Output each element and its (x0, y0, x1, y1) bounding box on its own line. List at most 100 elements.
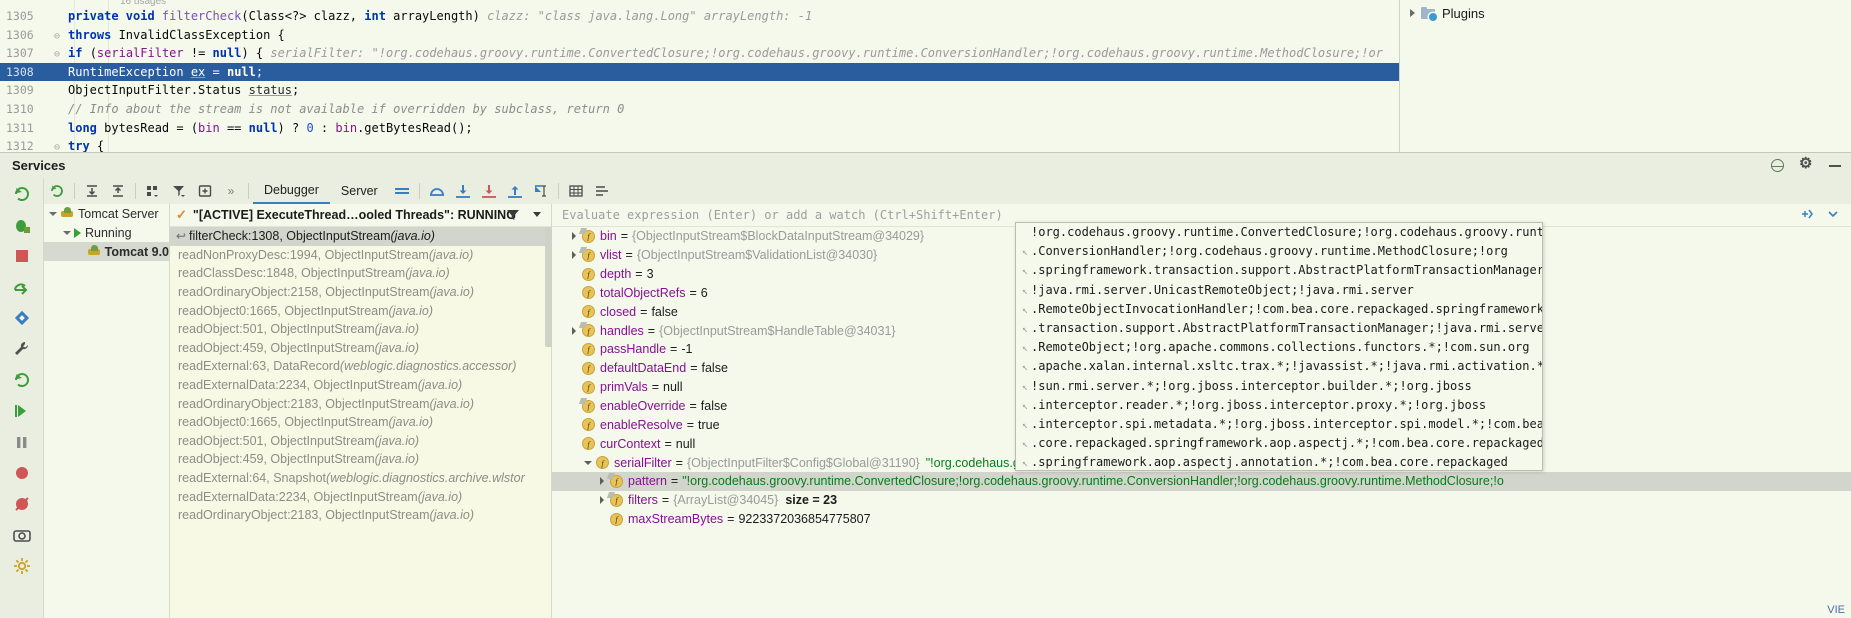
chevron-down-icon[interactable] (580, 460, 596, 465)
services-toolbar[interactable]: » Debugger Server (44, 178, 1851, 204)
project-tool-window[interactable]: Plugins (1399, 0, 1851, 152)
code-line[interactable]: 1305 private void filterCheck(Class<?> c… (0, 7, 1399, 26)
frame-row[interactable]: readObject:501, ObjectInputStream (java.… (170, 432, 551, 451)
code-line[interactable]: 1309 ObjectInputFilter.Status status; (0, 81, 1399, 100)
tab-debugger[interactable]: Debugger (253, 178, 330, 204)
group-by-icon[interactable] (140, 179, 166, 203)
debug-icon[interactable] (12, 215, 32, 235)
variable-value: {ObjectInputStream$BlockDataInputStream@… (632, 229, 925, 244)
frames-scrollbar-thumb[interactable] (545, 227, 552, 347)
services-tree-item[interactable]: Tomcat Server (44, 204, 169, 223)
frame-row[interactable]: readExternalData:2234, ObjectInputStream… (170, 487, 551, 506)
step-into-icon[interactable] (450, 179, 476, 203)
chevron-right-icon[interactable] (1410, 9, 1415, 17)
frame-row[interactable]: readClassDesc:1848, ObjectInputStream (j… (170, 264, 551, 283)
code-line[interactable]: 1312 ⊖ try { (0, 137, 1399, 152)
frame-row[interactable]: readOrdinaryObject:2183, ObjectInputStre… (170, 394, 551, 413)
tab-server[interactable]: Server (330, 178, 389, 204)
frame-package: (java.io) (429, 508, 474, 523)
frame-row[interactable]: ↩ filterCheck:1308, ObjectInputStream (ja… (170, 227, 551, 246)
view-breakpoints-icon[interactable] (12, 494, 32, 514)
code-line[interactable]: 1307 ⊖ if (serialFilter != null) { serial… (0, 44, 1399, 63)
pause-icon[interactable] (12, 432, 32, 452)
code-line[interactable]: 1311 long bytesRead = (bin == null) ? 0 … (0, 119, 1399, 138)
frames-dropdown-icon[interactable] (533, 212, 541, 217)
wrap-indicator-icon: ↖ (1022, 343, 1029, 355)
run-controls-strip[interactable] (0, 178, 44, 618)
globe-icon[interactable] (1770, 158, 1785, 173)
step-over-icon[interactable] (12, 277, 32, 297)
force-step-into-icon[interactable] (476, 179, 502, 203)
minimize-icon[interactable] (1828, 158, 1843, 173)
camera-icon[interactable] (12, 525, 32, 545)
add-watch-icon[interactable] (1799, 206, 1815, 225)
step-into-icon[interactable] (12, 308, 32, 328)
stop-icon[interactable] (12, 246, 32, 266)
code-text: if (serialFilter != null) { serialFilter… (68, 46, 1383, 61)
settings-gear-icon[interactable] (1799, 154, 1814, 173)
services-tree-item[interactable]: Running (44, 223, 169, 242)
chevron-down-icon[interactable] (60, 230, 74, 235)
variable-row[interactable]: f maxStreamBytes = 9223372036854775807 (552, 510, 1851, 529)
frame-method: readExternalData:2234, ObjectInputStream (178, 489, 418, 504)
layout-icon[interactable] (389, 179, 415, 203)
frame-row[interactable]: readObject:459, ObjectInputStream (java.… (170, 450, 551, 469)
settings-icon[interactable] (12, 556, 32, 576)
step-over-icon[interactable] (424, 179, 450, 203)
idea-window: 16 usages 1305 private void filterCheck(… (0, 0, 1851, 618)
frame-row[interactable]: readObject0:1665, ObjectInputStream (jav… (170, 301, 551, 320)
code-pane[interactable]: 16 usages 1305 private void filterCheck(… (0, 0, 1399, 152)
frames-panel[interactable]: ✓ "[ACTIVE] ExecuteThread…ooled Threads"… (170, 204, 552, 618)
frame-row[interactable]: readObject0:1665, ObjectInputStream (jav… (170, 413, 551, 432)
watch-settings-icon[interactable] (1825, 206, 1841, 225)
frame-row[interactable]: readObject:459, ObjectInputStream (java.… (170, 339, 551, 358)
rerun-icon[interactable] (12, 184, 32, 204)
code-editor[interactable]: 16 usages 1305 private void filterCheck(… (0, 0, 1851, 152)
frame-package: (java.io) (428, 247, 474, 262)
frame-row[interactable]: readObject:501, ObjectInputStream (java.… (170, 320, 551, 339)
thread-selector[interactable]: ✓ "[ACTIVE] ExecuteThread…ooled Threads"… (170, 204, 551, 227)
wrap-indicator-icon: ↖ (1022, 381, 1029, 393)
frame-row[interactable]: readExternalData:2234, ObjectInputStream… (170, 376, 551, 395)
step-out-icon[interactable] (502, 179, 528, 203)
frame-package: (java.io) (417, 489, 463, 504)
wrap-indicator-icon: ↖ (1022, 266, 1029, 278)
expand-all-icon[interactable] (79, 179, 105, 203)
more-icon[interactable]: » (218, 179, 244, 203)
frame-package: (weblogic.diagnostics.archive.wlstor (326, 471, 525, 486)
frames-filter-icon[interactable] (505, 207, 521, 226)
mute-breakpoints-icon[interactable] (12, 463, 32, 483)
variable-row[interactable]: f filters = {ArrayList@34045} size = 23 (552, 491, 1851, 510)
rerun-failed-icon[interactable] (12, 370, 32, 390)
variable-value: {ObjectInputFilter$Config$Global@31190} (686, 455, 920, 470)
chevron-down-icon[interactable] (46, 211, 60, 216)
variable-equals: = (661, 493, 670, 508)
services-tree-item[interactable]: Tomcat 9.0 (44, 242, 169, 261)
line-number: 1306 (6, 27, 34, 42)
add-service-icon[interactable] (192, 179, 218, 203)
evaluate-table-icon[interactable] (563, 179, 589, 203)
variable-row[interactable]: f pattern = "!org.codehaus.groovy.runtime.C… (552, 471, 1851, 491)
resume-icon[interactable] (12, 401, 32, 421)
frame-row[interactable]: readExternal:64, Snapshot (weblogic.diag… (170, 469, 551, 488)
tree-item-plugins[interactable]: Plugins (1400, 0, 1851, 26)
frame-row[interactable]: readOrdinaryObject:2183, ObjectInputStre… (170, 506, 551, 525)
settings-list-icon[interactable] (589, 179, 615, 203)
services-tree[interactable]: Tomcat Server Running Tomcat 9.0 (44, 204, 170, 618)
frame-row[interactable]: readExternal:63, DataRecord (weblogic.di… (170, 357, 551, 376)
refresh-icon[interactable] (44, 179, 70, 203)
field-badge-icon: f (582, 324, 595, 338)
code-line[interactable]: 1308 RuntimeException ex = null; (0, 62, 1399, 82)
code-line[interactable]: 1310 // Info about the stream is not ava… (0, 100, 1399, 119)
evaluate-expression-input[interactable] (562, 208, 1799, 222)
frame-row[interactable]: readNonProxyDesc:1994, ObjectInputStream… (170, 246, 551, 265)
filter-icon[interactable] (166, 179, 192, 203)
frame-row[interactable]: readOrdinaryObject:2158, ObjectInputStre… (170, 283, 551, 302)
collapse-all-icon[interactable] (105, 179, 131, 203)
run-to-cursor-icon[interactable] (528, 179, 554, 203)
code-text: throws InvalidClassException { (68, 27, 285, 42)
wrench-icon[interactable] (12, 339, 32, 359)
field-badge-icon: f (582, 399, 595, 413)
fold-collapse-icon[interactable]: ⊖ (46, 139, 68, 152)
code-line[interactable]: 1306 ⊖ throws InvalidClassException { (0, 26, 1399, 45)
